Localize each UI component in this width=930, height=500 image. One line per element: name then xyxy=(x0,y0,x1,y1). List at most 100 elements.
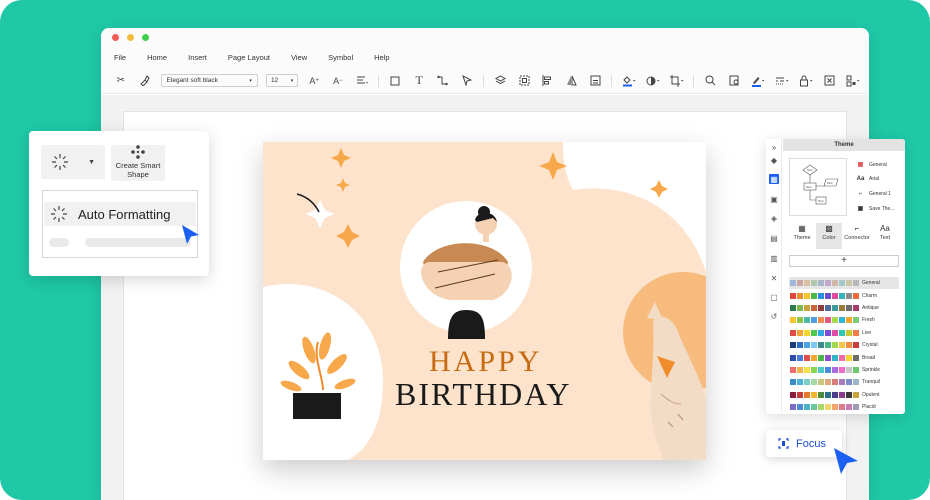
pointer-icon[interactable] xyxy=(459,74,475,88)
close-window-button[interactable] xyxy=(112,33,119,41)
color-swatch xyxy=(790,391,796,398)
tab-text[interactable]: Aa Text xyxy=(872,223,898,241)
decrease-font-icon[interactable]: A − xyxy=(330,74,346,88)
history-icon[interactable]: ↺ xyxy=(769,311,779,321)
menu-page-layout[interactable]: Page Layout xyxy=(228,53,270,62)
tab-label: Text xyxy=(879,235,891,241)
palette-row[interactable]: Charm xyxy=(789,289,899,301)
color-swatch xyxy=(790,280,796,287)
color-swatch xyxy=(832,354,838,361)
color-swatch xyxy=(853,329,859,336)
theme-option-general[interactable]: ▦ General xyxy=(856,161,887,169)
data-icon[interactable]: ▥ xyxy=(769,253,779,263)
fit-icon[interactable]: ✕ xyxy=(769,273,779,283)
color-swatch xyxy=(839,317,845,324)
text-icon[interactable]: T xyxy=(411,73,427,88)
theme-option-general-1[interactable]: ⌐ General 1 xyxy=(856,191,891,197)
color-swatch xyxy=(818,280,824,287)
line-style-icon[interactable] xyxy=(774,74,790,88)
image-icon[interactable]: ▣ xyxy=(769,194,779,204)
smart-tools-panel: ▼ Create Smart Shape Auto Formatting xyxy=(29,131,209,276)
palette-row[interactable]: Sprinkle xyxy=(789,364,899,376)
menu-insert[interactable]: Insert xyxy=(188,53,207,62)
pen-color-icon[interactable] xyxy=(750,74,766,88)
font-size-value: 12 xyxy=(270,77,279,84)
color-swatch xyxy=(804,391,810,398)
auto-format-dropdown-button[interactable]: ▼ xyxy=(41,145,105,179)
add-theme-button[interactable]: + xyxy=(789,255,899,267)
color-swatch xyxy=(811,404,817,411)
palette-swatches xyxy=(790,292,859,299)
group-icon[interactable] xyxy=(516,74,532,88)
color-swatch xyxy=(804,404,810,411)
align-left-icon[interactable] xyxy=(540,74,556,88)
size-icon[interactable] xyxy=(588,74,604,88)
cut-icon[interactable]: ✂ xyxy=(113,74,129,88)
menu-view[interactable]: View xyxy=(291,53,307,62)
smart-shape-label: Create Smart Shape xyxy=(115,161,161,179)
menu-symbol[interactable]: Symbol xyxy=(328,53,353,62)
lock-icon[interactable] xyxy=(798,74,814,88)
page-icon[interactable]: ▤ xyxy=(769,233,779,243)
fill-icon[interactable]: ◆ xyxy=(769,155,779,165)
collapse-icon[interactable]: » xyxy=(769,142,779,152)
palette-swatches xyxy=(790,366,859,373)
color-swatch xyxy=(818,379,824,386)
font-size-select[interactable]: 12 ▾ xyxy=(265,74,299,87)
menu-file[interactable]: File xyxy=(114,53,126,62)
layers-icon[interactable]: ◈ xyxy=(769,213,779,223)
palette-row[interactable]: Antique xyxy=(789,302,899,314)
fill-color-icon[interactable] xyxy=(621,74,637,88)
tab-color[interactable]: ▩ Color xyxy=(816,223,842,249)
align-icon[interactable] xyxy=(354,74,370,88)
font-family-select[interactable]: Elegant soft black ▾ xyxy=(160,74,258,87)
increase-font-icon[interactable]: A + xyxy=(306,74,322,88)
color-swatch xyxy=(818,391,824,398)
rectangle-icon[interactable] xyxy=(387,74,403,88)
color-swatch xyxy=(853,354,859,361)
color-swatch xyxy=(811,280,817,287)
color-swatch xyxy=(839,391,845,398)
card-title-happy: HAPPY xyxy=(429,345,543,378)
palette-row[interactable]: Crystal xyxy=(789,339,899,351)
palette-row[interactable]: General xyxy=(789,277,899,290)
theme-option-arial[interactable]: Aa Arial xyxy=(856,176,879,182)
create-smart-shape-button[interactable]: Create Smart Shape xyxy=(111,145,165,181)
flip-icon[interactable] xyxy=(564,74,580,88)
tab-connector[interactable]: ⌐ Connector xyxy=(844,223,870,241)
search-icon[interactable] xyxy=(703,74,719,88)
theme-panel: » ◆ ▦ ▣ ◈ ▤ ▥ ✕ ▢ ↺ Theme Text Text Text Te… xyxy=(766,139,905,414)
menu-home[interactable]: Home xyxy=(147,53,167,62)
color-swatch xyxy=(832,329,838,336)
menu-help[interactable]: Help xyxy=(374,53,389,62)
crop-icon[interactable] xyxy=(669,74,685,88)
palette-name: Placid xyxy=(862,404,876,411)
layers-icon[interactable] xyxy=(493,74,509,88)
color-swatch xyxy=(825,366,831,373)
palette-row[interactable]: Tranquil xyxy=(789,376,899,388)
more-shapes-icon[interactable] xyxy=(845,74,861,88)
present-icon[interactable]: ▢ xyxy=(769,292,779,302)
auto-formatting-item[interactable]: Auto Formatting xyxy=(44,202,196,226)
minimize-window-button[interactable] xyxy=(127,33,134,41)
theme-option-save[interactable]: ▣ Save The... xyxy=(856,205,895,213)
palette-row[interactable]: Broad xyxy=(789,351,899,363)
palette-swatches xyxy=(790,354,859,361)
palette-row[interactable]: Opulent xyxy=(789,389,899,401)
connector-icon[interactable] xyxy=(435,74,451,88)
maximize-window-button[interactable] xyxy=(142,33,149,41)
auto-formatting-menu: Auto Formatting xyxy=(42,190,198,258)
color-swatch xyxy=(811,342,817,349)
palette-row[interactable]: Placid xyxy=(789,401,899,413)
theme-preview[interactable]: Text Text Text Text xyxy=(789,158,847,216)
format-painter-icon[interactable] xyxy=(137,74,153,88)
tab-theme[interactable]: ▦ Theme xyxy=(789,223,815,241)
color-swatch xyxy=(853,304,859,311)
find-replace-icon[interactable] xyxy=(726,74,742,88)
close-box-icon[interactable] xyxy=(822,74,838,88)
line-color-icon[interactable] xyxy=(645,74,661,88)
color-swatch xyxy=(832,404,838,411)
palette-row[interactable]: Fresh xyxy=(789,314,899,326)
palette-row[interactable]: Live xyxy=(789,327,899,339)
theme-grid-icon[interactable]: ▦ xyxy=(769,174,779,184)
